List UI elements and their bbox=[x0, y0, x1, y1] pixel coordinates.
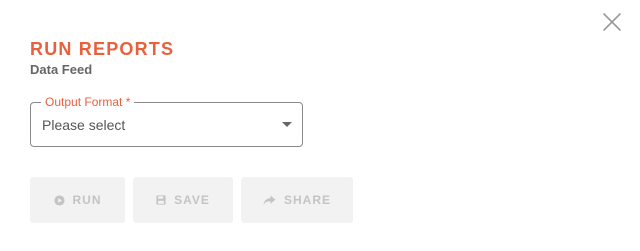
play-circle-icon bbox=[53, 194, 65, 206]
run-button-label: RUN bbox=[72, 193, 102, 207]
floppy-disk-icon bbox=[156, 195, 166, 205]
share-button[interactable]: SHARE bbox=[241, 177, 353, 223]
dialog-title: RUN REPORTS bbox=[30, 39, 175, 59]
share-arrow-icon bbox=[263, 194, 276, 205]
close-button[interactable] bbox=[600, 10, 624, 34]
caret-down-icon bbox=[282, 122, 292, 127]
output-format-label: Output Format * bbox=[41, 95, 135, 109]
run-reports-dialog: RUN REPORTS Data Feed Output Format * Pl… bbox=[0, 0, 640, 251]
run-button[interactable]: RUN bbox=[30, 177, 125, 223]
dialog-subtitle: Data Feed bbox=[30, 62, 93, 77]
close-icon bbox=[603, 13, 621, 31]
share-button-label: SHARE bbox=[283, 193, 331, 207]
save-button[interactable]: SAVE bbox=[133, 177, 233, 223]
output-format-value: Please select bbox=[42, 117, 126, 133]
output-format-select[interactable]: Output Format * Please select bbox=[30, 95, 303, 147]
save-button-label: SAVE bbox=[174, 193, 210, 207]
